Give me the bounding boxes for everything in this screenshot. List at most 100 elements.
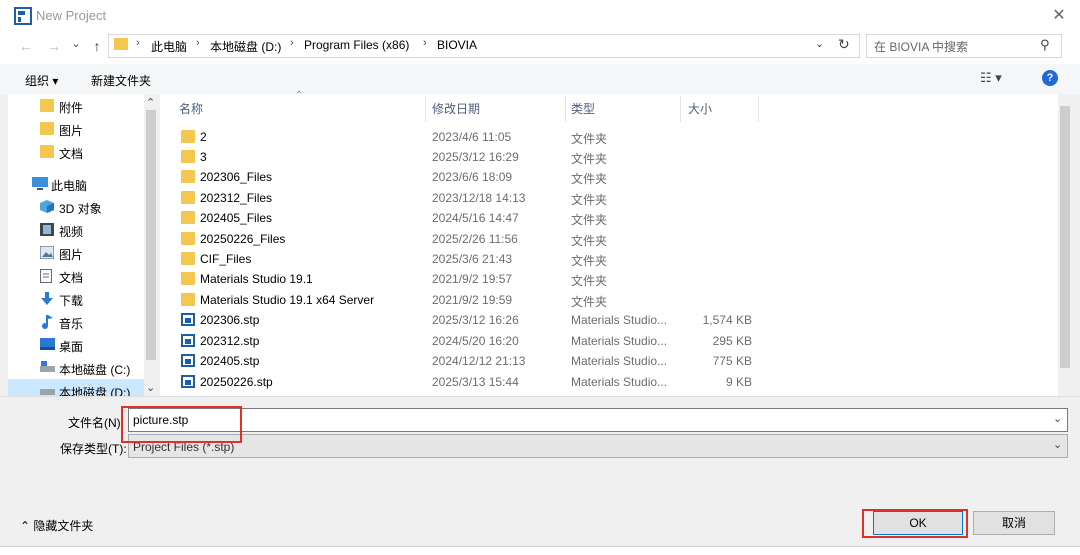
table-row[interactable]: 20250226.stp 2025/3/13 15:44 Materials Stu… <box>170 372 760 392</box>
sidebar-item-label: 图片 <box>59 248 84 262</box>
file-date: 2025/3/12 16:29 <box>432 150 519 164</box>
pictures-icon <box>39 245 55 260</box>
sidebar-item-attachments[interactable]: 附件 <box>8 94 148 117</box>
cancel-button[interactable]: 取消 <box>973 511 1055 535</box>
view-options-icon[interactable]: ☷ ▾ <box>980 70 1002 86</box>
new-folder-button[interactable]: 新建文件夹 <box>91 72 151 89</box>
sidebar-item-3d-objects[interactable]: 3D 对象 <box>8 195 148 218</box>
folder-icon <box>181 170 195 183</box>
hide-folders-toggle[interactable]: ⌃ 隐藏文件夹 <box>20 517 93 534</box>
sidebar-scroll-thumb[interactable] <box>146 110 156 360</box>
breadcrumb-separator[interactable]: › <box>290 37 294 49</box>
table-row[interactable]: 202405.stp 2024/12/12 21:13 Materials Stud… <box>170 351 760 371</box>
folder-icon <box>114 38 128 50</box>
address-dropdown-icon[interactable]: ⌄ <box>815 37 824 50</box>
column-header-name[interactable]: 名称 <box>179 100 203 117</box>
table-row[interactable]: 202306.stp 2025/3/12 16:26 Materials Studi… <box>170 310 760 330</box>
sidebar-item-label: 音乐 <box>59 317 84 331</box>
column-divider[interactable] <box>565 96 566 122</box>
file-type: Materials Studio... <box>571 334 668 348</box>
filetype-label: 保存类型(T): <box>60 442 127 456</box>
search-icon[interactable]: ⚲ <box>1040 37 1050 53</box>
column-divider[interactable] <box>758 96 759 122</box>
table-row[interactable]: 3 2025/3/12 16:29 文件夹 <box>170 147 760 167</box>
column-header-modified[interactable]: 修改日期 <box>432 100 480 117</box>
forward-button[interactable]: → <box>44 36 64 56</box>
help-icon[interactable]: ? <box>1042 70 1058 86</box>
file-type: 文件夹 <box>571 213 608 227</box>
breadcrumb-separator[interactable]: › <box>423 37 427 49</box>
sort-ascending-icon: ⌃ <box>295 90 304 101</box>
download-icon <box>40 292 54 305</box>
sidebar-item-label: 附件 <box>59 101 84 115</box>
file-date: 2023/4/6 11:05 <box>432 130 512 144</box>
sidebar-item-documents-quick[interactable]: 文档 <box>8 140 148 163</box>
sidebar-item-label: 本地磁盘 (D:) <box>59 386 131 396</box>
sidebar-item-this-pc[interactable]: 此电脑 <box>8 172 148 195</box>
filetype-dropdown-icon[interactable]: ⌄ <box>1053 438 1062 451</box>
navigation-pane[interactable]: 附件 图片 文档 此电脑 3D 对象 视频 图片 文档 下载 音乐 桌面 本地磁… <box>8 94 158 396</box>
sidebar-item-desktop[interactable]: 桌面 <box>8 333 148 356</box>
breadcrumb-this-pc[interactable]: 此电脑 <box>151 38 187 55</box>
table-row[interactable]: 20250226_Files 2025/2/26 11:56 文件夹 <box>170 229 760 249</box>
sidebar-item-label: 桌面 <box>59 340 84 354</box>
sidebar-item-downloads[interactable]: 下载 <box>8 287 148 310</box>
folder-icon <box>40 145 54 158</box>
filename-highlight-box <box>121 406 242 443</box>
column-header-size[interactable]: 大小 <box>688 100 712 117</box>
refresh-icon[interactable]: ↻ <box>838 36 850 53</box>
file-size: 1,574 KB <box>702 313 752 327</box>
file-date: 2021/9/2 19:57 <box>432 272 513 286</box>
sidebar-scroll-up-icon[interactable]: ⌃ <box>146 96 155 109</box>
table-row[interactable]: 202306_Files 2023/6/6 18:09 文件夹 <box>170 167 760 187</box>
file-type: 文件夹 <box>571 132 608 146</box>
filetype-select[interactable] <box>128 434 1068 458</box>
breadcrumb-program-files[interactable]: Program Files (x86) <box>304 38 409 52</box>
organize-button[interactable]: 组织 ▾ <box>25 72 58 89</box>
table-row[interactable]: 202312_Files 2023/12/18 14:13 文件夹 <box>170 188 760 208</box>
stp-file-icon <box>181 334 195 347</box>
file-name: Materials Studio 19.1 x64 Server <box>200 293 375 307</box>
sidebar-item-pictures-quick[interactable]: 图片 <box>8 117 148 140</box>
divider <box>0 396 1080 397</box>
file-date: 2023/12/18 14:13 <box>432 191 526 205</box>
breadcrumb-separator[interactable]: › <box>136 37 140 49</box>
table-row[interactable]: 2 2023/4/6 11:05 文件夹 <box>170 127 760 147</box>
column-divider[interactable] <box>425 96 426 122</box>
back-button[interactable]: ← <box>16 36 36 56</box>
breadcrumb-separator[interactable]: › <box>196 37 200 49</box>
table-row[interactable]: 202312.stp 2024/5/20 16:20 Materials Studi… <box>170 331 760 351</box>
folder-icon <box>181 252 195 265</box>
sidebar-item-videos[interactable]: 视频 <box>8 218 148 241</box>
up-button[interactable]: ↑ <box>87 36 107 56</box>
file-list-scroll-thumb[interactable] <box>1060 106 1070 368</box>
column-divider[interactable] <box>680 96 681 122</box>
sidebar-item-music[interactable]: 音乐 <box>8 310 148 333</box>
file-size: 295 KB <box>712 334 752 348</box>
file-name: 3 <box>200 150 207 164</box>
sidebar-scroll-down-icon[interactable]: ⌄ <box>146 381 155 394</box>
sidebar-item-drive-c[interactable]: 本地磁盘 (C:) <box>8 356 148 379</box>
table-row[interactable]: CIF_Files 2025/3/6 21:43 文件夹 <box>170 249 760 269</box>
stp-file-icon <box>181 313 195 326</box>
filename-dropdown-icon[interactable]: ⌄ <box>1053 412 1062 425</box>
file-date: 2021/9/2 19:59 <box>432 293 513 307</box>
table-row[interactable]: 202405_Files 2024/5/16 14:47 文件夹 <box>170 208 760 228</box>
recent-locations-button[interactable]: ⌄ <box>66 34 86 54</box>
breadcrumb-drive-d[interactable]: 本地磁盘 (D:) <box>210 38 281 55</box>
documents-icon <box>40 269 54 283</box>
file-name: Materials Studio 19.1 <box>200 272 313 286</box>
filename-input[interactable] <box>128 408 1068 432</box>
file-name: CIF_Files <box>200 252 252 266</box>
table-row[interactable]: Materials Studio 19.1 x64 Server 2021/9/2… <box>170 290 760 310</box>
column-header-type[interactable]: 类型 <box>571 100 595 117</box>
sidebar-item-drive-d[interactable]: 本地磁盘 (D:) <box>8 379 148 396</box>
breadcrumb-biovia[interactable]: BIOVIA <box>437 38 477 52</box>
folder-icon <box>181 272 195 285</box>
close-button[interactable]: ✕ <box>1044 4 1074 28</box>
file-date: 2023/6/6 18:09 <box>432 170 513 184</box>
sidebar-item-documents[interactable]: 文档 <box>8 264 148 287</box>
sidebar-item-pictures[interactable]: 图片 <box>8 241 148 264</box>
table-row[interactable]: Materials Studio 19.1 2021/9/2 19:57 文件夹 <box>170 269 760 289</box>
file-type: 文件夹 <box>571 295 608 309</box>
